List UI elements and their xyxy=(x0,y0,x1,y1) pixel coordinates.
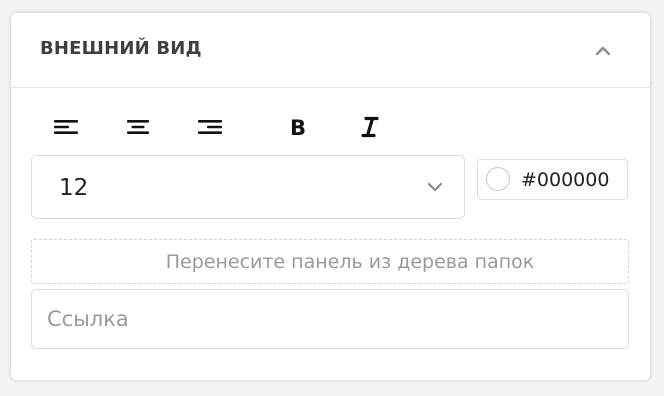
color-hex-value: #000000 xyxy=(521,169,610,191)
align-right-button[interactable] xyxy=(195,114,225,140)
chevron-up-icon xyxy=(595,46,611,56)
link-input[interactable] xyxy=(31,289,629,349)
font-size-select[interactable]: 12 xyxy=(31,155,465,219)
appearance-panel: ВНЕШНИЙ ВИД B 12 #000000 Перенесите пане… xyxy=(11,13,650,380)
align-left-button[interactable] xyxy=(51,114,81,140)
collapse-button[interactable] xyxy=(589,37,617,65)
color-picker[interactable]: #000000 xyxy=(477,159,628,200)
panel-drop-zone[interactable]: Перенесите панель из дерева папок xyxy=(31,239,629,284)
italic-icon xyxy=(361,116,379,138)
chevron-down-icon xyxy=(427,182,443,192)
italic-button[interactable] xyxy=(355,114,385,140)
align-left-icon xyxy=(54,120,78,134)
panel-title: ВНЕШНИЙ ВИД xyxy=(40,38,202,59)
align-center-icon xyxy=(127,120,149,134)
bold-icon: B xyxy=(290,116,306,140)
color-swatch[interactable] xyxy=(486,167,510,191)
svg-text:B: B xyxy=(290,116,306,140)
panel-header[interactable]: ВНЕШНИЙ ВИД xyxy=(11,13,650,88)
bold-button[interactable]: B xyxy=(283,114,313,140)
align-right-icon xyxy=(198,120,222,134)
drop-zone-hint: Перенесите панель из дерева папок xyxy=(165,251,535,273)
font-size-value: 12 xyxy=(59,175,89,201)
align-center-button[interactable] xyxy=(123,114,153,140)
